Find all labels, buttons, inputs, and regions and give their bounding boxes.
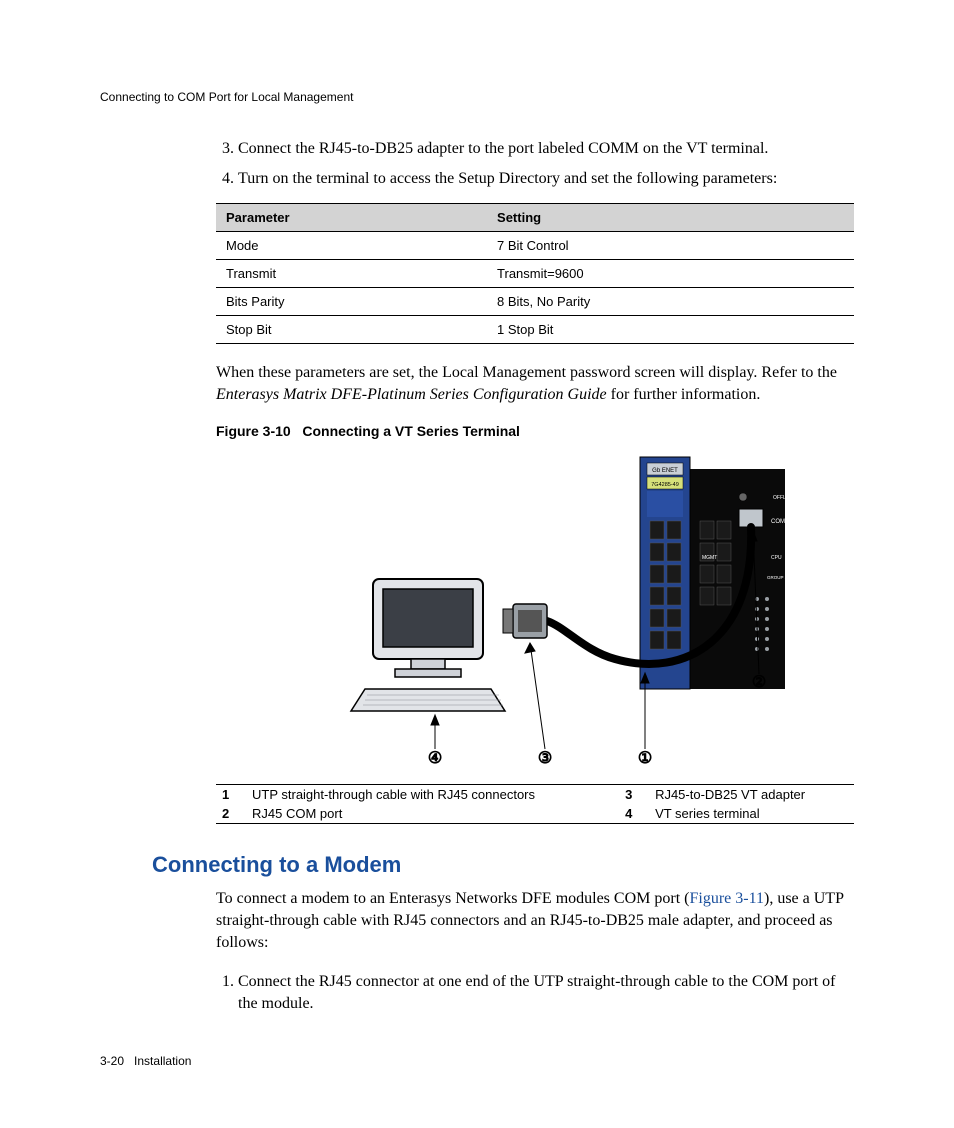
adapter-icon [503, 604, 547, 638]
param-col-header: Parameter [216, 204, 487, 232]
figure-caption: Figure 3-10 Connecting a VT Series Termi… [216, 423, 854, 439]
callout-3: ③ [538, 750, 552, 767]
module-label-top: Gb ENET [652, 468, 678, 474]
port-label-group: GROUP SELECT [767, 575, 802, 580]
page-footer: 3-20 Installation [100, 1054, 854, 1068]
setting-col-header: Setting [487, 204, 854, 232]
callout-2: ② [752, 674, 766, 691]
running-header: Connecting to COM Port for Local Managem… [100, 90, 854, 104]
guide-title: Enterasys Matrix DFE-Platinum Series Con… [216, 386, 607, 403]
table-row: Bits Parity 8 Bits, No Parity [216, 288, 854, 316]
port-label-mgmt: MGMT [702, 555, 717, 561]
figure-3-10: Gb ENET 7G4285-49 [255, 449, 815, 774]
figure-3-11-link[interactable]: Figure 3-11 [689, 890, 764, 907]
port-label-offline: OFFLINE RESET [773, 495, 812, 501]
module-icon: Gb ENET 7G4285-49 [640, 457, 812, 689]
step-4: Turn on the terminal to access the Setup… [238, 168, 854, 190]
after-table-paragraph: When these parameters are set, the Local… [216, 362, 854, 405]
modem-intro: To connect a modem to an Enterasys Netwo… [216, 888, 854, 953]
step-3: Connect the RJ45-to-DB25 adapter to the … [238, 138, 854, 160]
section-heading-modem: Connecting to a Modem [152, 852, 854, 878]
port-label-cpu: CPU [771, 555, 782, 561]
table-row: Stop Bit 1 Stop Bit [216, 316, 854, 344]
figure-legend: 1 UTP straight-through cable with RJ45 c… [216, 784, 854, 824]
steps-top: Connect the RJ45-to-DB25 adapter to the … [216, 138, 854, 189]
table-row: Transmit Transmit=9600 [216, 260, 854, 288]
steps-modem: Connect the RJ45 connector at one end of… [216, 971, 854, 1014]
modem-step-1: Connect the RJ45 connector at one end of… [238, 971, 854, 1014]
callout-1: ① [638, 750, 652, 767]
parameter-table: Parameter Setting Mode 7 Bit Control Tra… [216, 203, 854, 344]
terminal-icon [351, 579, 505, 711]
module-label-bottom: 7G4285-49 [651, 482, 679, 488]
figure-svg: Gb ENET 7G4285-49 [255, 449, 815, 769]
callout-4: ④ [428, 750, 442, 767]
port-label-com: COM [771, 519, 785, 525]
table-row: Mode 7 Bit Control [216, 232, 854, 260]
